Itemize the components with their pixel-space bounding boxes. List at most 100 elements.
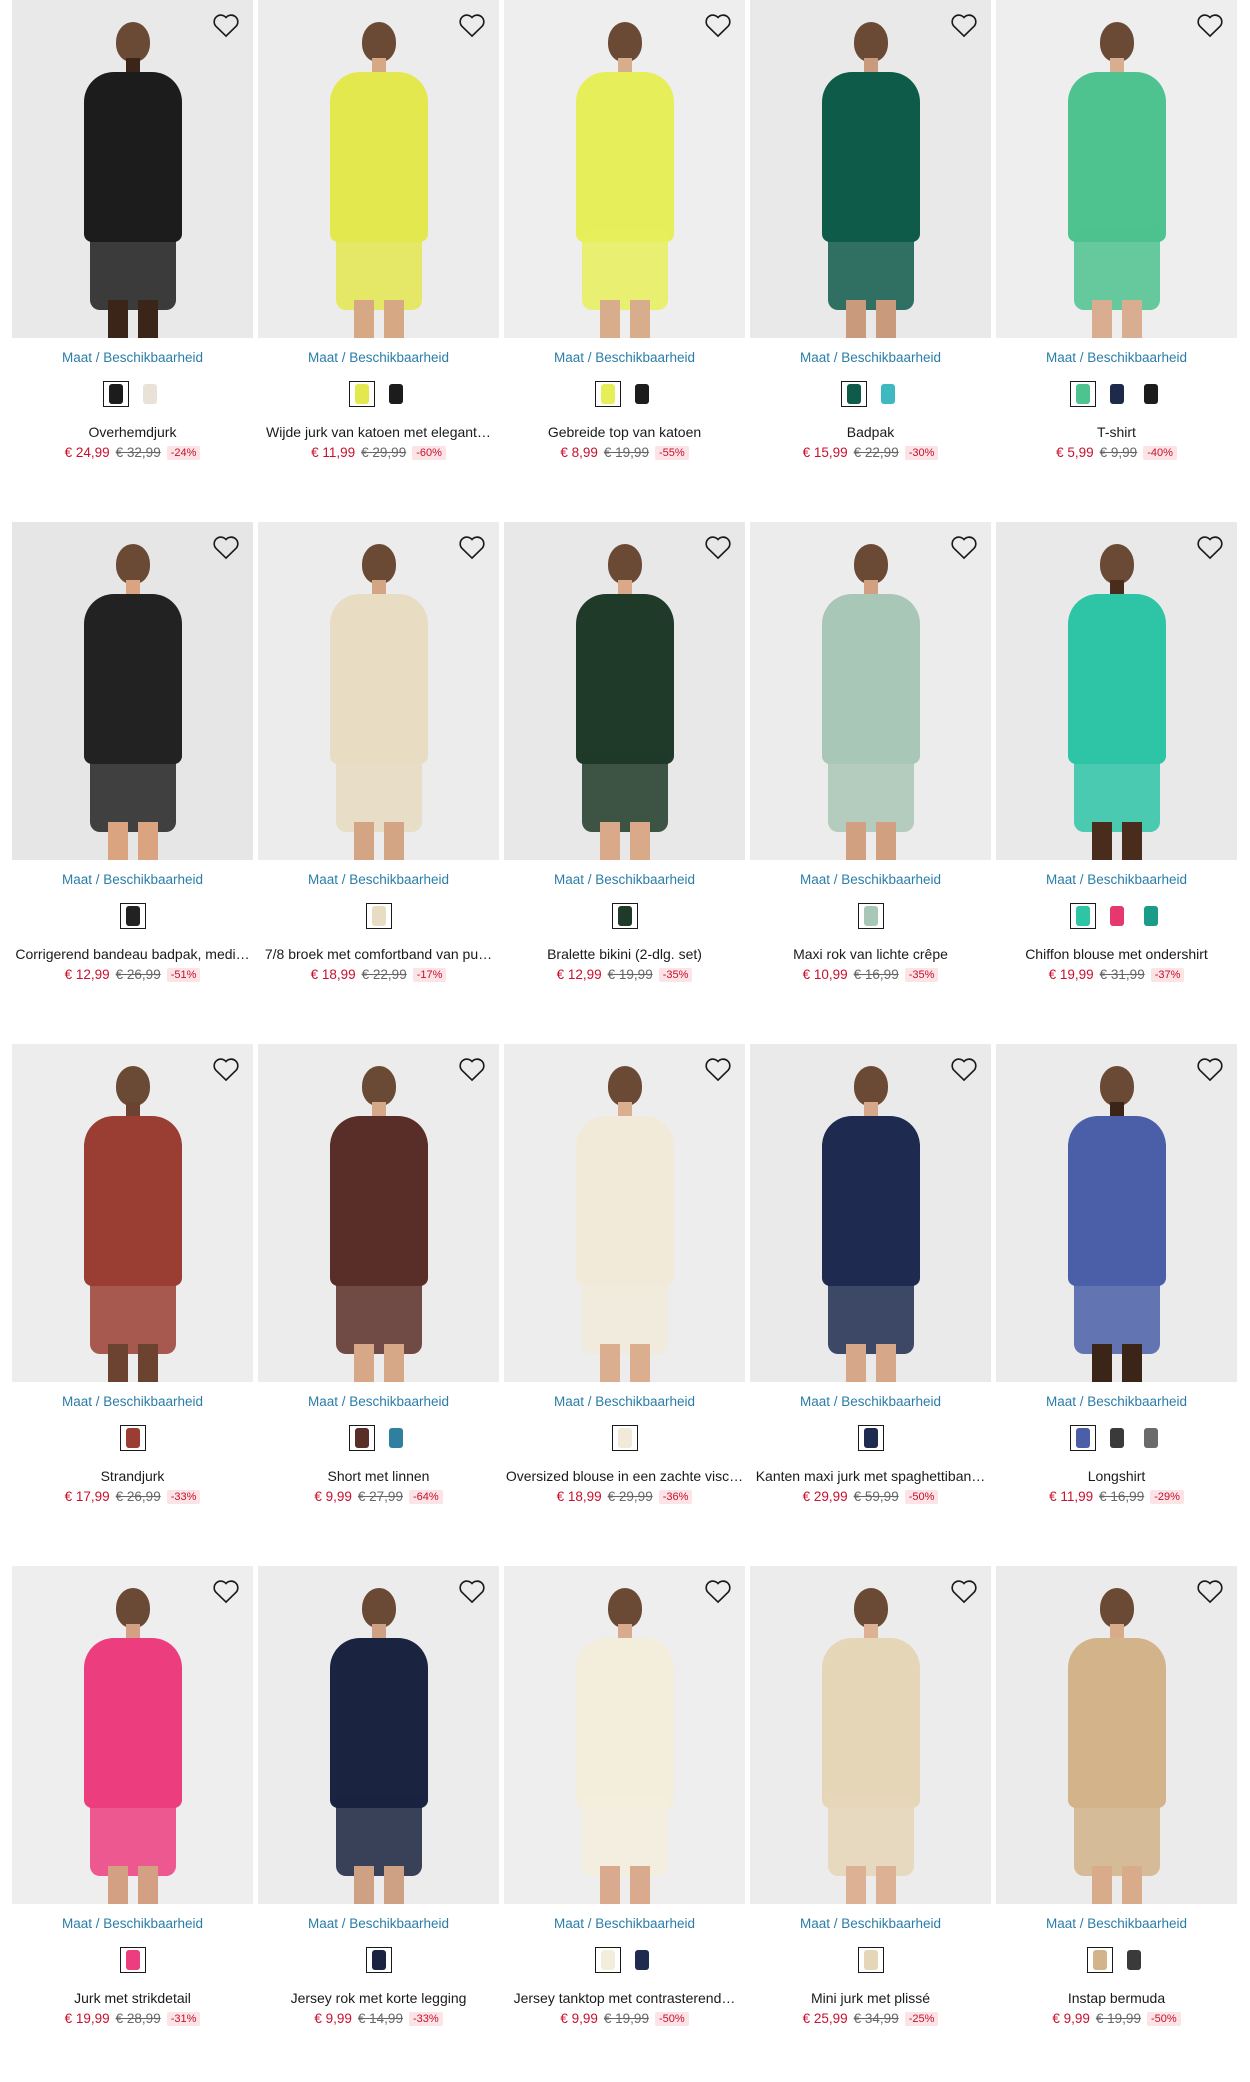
product-name[interactable]: T-shirt: [994, 424, 1239, 440]
size-availability-link[interactable]: Maat / Beschikbaarheid: [256, 1916, 501, 1931]
product-name[interactable]: Chiffon blouse met ondershirt: [994, 946, 1239, 962]
product-image[interactable]: [12, 522, 253, 860]
size-availability-link[interactable]: Maat / Beschikbaarheid: [256, 872, 501, 887]
size-availability-link[interactable]: Maat / Beschikbaarheid: [256, 1394, 501, 1409]
color-swatch[interactable]: [1086, 1947, 1113, 1973]
color-swatch[interactable]: [857, 1947, 884, 1973]
color-swatch[interactable]: [629, 1947, 655, 1973]
size-availability-link[interactable]: Maat / Beschikbaarheid: [748, 872, 993, 887]
size-availability-link[interactable]: Maat / Beschikbaarheid: [994, 1916, 1239, 1931]
wishlist-heart-icon[interactable]: [949, 1054, 979, 1084]
size-availability-link[interactable]: Maat / Beschikbaarheid: [502, 1394, 747, 1409]
wishlist-heart-icon[interactable]: [1195, 10, 1225, 40]
product-name[interactable]: Jersey rok met korte legging: [256, 1990, 501, 2006]
product-image[interactable]: [504, 1044, 745, 1382]
color-swatch[interactable]: [348, 381, 375, 407]
color-swatch[interactable]: [137, 381, 163, 407]
product-name[interactable]: Badpak: [748, 424, 993, 440]
size-availability-link[interactable]: Maat / Beschikbaarheid: [994, 1394, 1239, 1409]
color-swatch[interactable]: [1069, 381, 1096, 407]
size-availability-link[interactable]: Maat / Beschikbaarheid: [256, 350, 501, 365]
product-image[interactable]: [996, 1044, 1237, 1382]
size-availability-link[interactable]: Maat / Beschikbaarheid: [502, 872, 747, 887]
product-image[interactable]: [750, 522, 991, 860]
wishlist-heart-icon[interactable]: [703, 532, 733, 562]
product-card[interactable]: Maat / Beschikbaarheid Maxi rok van licht…: [748, 522, 991, 1022]
product-image[interactable]: [258, 1566, 499, 1904]
color-swatch[interactable]: [594, 1947, 621, 1973]
product-name[interactable]: Corrigerend bandeau badpak, medi…: [10, 946, 255, 962]
color-swatch[interactable]: [348, 1425, 375, 1451]
wishlist-heart-icon[interactable]: [1195, 1054, 1225, 1084]
product-card[interactable]: Maat / Beschikbaarheid Wijde jurk van kat…: [256, 0, 499, 500]
product-image[interactable]: [996, 0, 1237, 338]
product-card[interactable]: Maat / Beschikbaarheid 7/8 broek met comf…: [256, 522, 499, 1022]
size-availability-link[interactable]: Maat / Beschikbaarheid: [502, 1916, 747, 1931]
color-swatch[interactable]: [1121, 1947, 1147, 1973]
color-swatch[interactable]: [611, 1425, 638, 1451]
size-availability-link[interactable]: Maat / Beschikbaarheid: [748, 1394, 993, 1409]
wishlist-heart-icon[interactable]: [949, 532, 979, 562]
product-card[interactable]: Maat / Beschikbaarheid T-shirt € 5,99 € 9,9…: [994, 0, 1237, 500]
color-swatch[interactable]: [611, 903, 638, 929]
size-availability-link[interactable]: Maat / Beschikbaarheid: [10, 872, 255, 887]
product-name[interactable]: Jersey tanktop met contrasterend…: [502, 1990, 747, 2006]
product-name[interactable]: Mini jurk met plissé: [748, 1990, 993, 2006]
wishlist-heart-icon[interactable]: [949, 10, 979, 40]
product-image[interactable]: [750, 1566, 991, 1904]
wishlist-heart-icon[interactable]: [703, 10, 733, 40]
wishlist-heart-icon[interactable]: [211, 532, 241, 562]
size-availability-link[interactable]: Maat / Beschikbaarheid: [994, 872, 1239, 887]
product-card[interactable]: Maat / Beschikbaarheid Gebreide top van k…: [502, 0, 745, 500]
color-swatch[interactable]: [840, 381, 867, 407]
product-name[interactable]: Wijde jurk van katoen met elegant…: [256, 424, 501, 440]
product-card[interactable]: Maat / Beschikbaarheid Strandjurk € 17,99 €…: [10, 1044, 253, 1544]
size-availability-link[interactable]: Maat / Beschikbaarheid: [748, 1916, 993, 1931]
product-card[interactable]: Maat / Beschikbaarheid Badpak € 15,99 € 22,…: [748, 0, 991, 500]
wishlist-heart-icon[interactable]: [1195, 1576, 1225, 1606]
color-swatch[interactable]: [119, 903, 146, 929]
color-swatch[interactable]: [1069, 1425, 1096, 1451]
product-image[interactable]: [996, 1566, 1237, 1904]
product-card[interactable]: Maat / Beschikbaarheid Jersey tanktop met…: [502, 1566, 745, 2066]
size-availability-link[interactable]: Maat / Beschikbaarheid: [10, 350, 255, 365]
color-swatch[interactable]: [1138, 1425, 1164, 1451]
wishlist-heart-icon[interactable]: [703, 1576, 733, 1606]
product-name[interactable]: Longshirt: [994, 1468, 1239, 1484]
product-card[interactable]: Maat / Beschikbaarheid Oversized blouse i…: [502, 1044, 745, 1544]
product-card[interactable]: Maat / Beschikbaarheid Kanten maxi jurk m…: [748, 1044, 991, 1544]
product-image[interactable]: [504, 522, 745, 860]
product-image[interactable]: [258, 1044, 499, 1382]
product-image[interactable]: [258, 0, 499, 338]
product-name[interactable]: Overhemdjurk: [10, 424, 255, 440]
product-name[interactable]: Strandjurk: [10, 1468, 255, 1484]
product-card[interactable]: Maat / Beschikbaarheid Longshirt € 11,99 € …: [994, 1044, 1237, 1544]
wishlist-heart-icon[interactable]: [457, 532, 487, 562]
color-swatch[interactable]: [594, 381, 621, 407]
product-image[interactable]: [12, 1566, 253, 1904]
wishlist-heart-icon[interactable]: [211, 1576, 241, 1606]
size-availability-link[interactable]: Maat / Beschikbaarheid: [748, 350, 993, 365]
product-card[interactable]: Maat / Beschikbaarheid Jurk met strikdeta…: [10, 1566, 253, 2066]
color-swatch[interactable]: [629, 381, 655, 407]
product-name[interactable]: Kanten maxi jurk met spaghettiban…: [748, 1468, 993, 1484]
product-image[interactable]: [504, 1566, 745, 1904]
product-card[interactable]: Maat / Beschikbaarheid Chiffon blouse met…: [994, 522, 1237, 1022]
size-availability-link[interactable]: Maat / Beschikbaarheid: [994, 350, 1239, 365]
product-card[interactable]: Maat / Beschikbaarheid Overhemdjurk € 24,9…: [10, 0, 253, 500]
product-image[interactable]: [12, 1044, 253, 1382]
product-name[interactable]: Oversized blouse in een zachte visc…: [502, 1468, 747, 1484]
color-swatch[interactable]: [383, 1425, 409, 1451]
product-image[interactable]: [504, 0, 745, 338]
color-swatch[interactable]: [102, 381, 129, 407]
color-swatch[interactable]: [875, 381, 901, 407]
size-availability-link[interactable]: Maat / Beschikbaarheid: [10, 1394, 255, 1409]
color-swatch[interactable]: [1138, 381, 1164, 407]
product-name[interactable]: Short met linnen: [256, 1468, 501, 1484]
product-name[interactable]: Gebreide top van katoen: [502, 424, 747, 440]
wishlist-heart-icon[interactable]: [457, 1054, 487, 1084]
product-card[interactable]: Maat / Beschikbaarheid Bralette bikini (2…: [502, 522, 745, 1022]
product-name[interactable]: Maxi rok van lichte crêpe: [748, 946, 993, 962]
color-swatch[interactable]: [1104, 1425, 1130, 1451]
product-card[interactable]: Maat / Beschikbaarheid Mini jurk met plis…: [748, 1566, 991, 2066]
